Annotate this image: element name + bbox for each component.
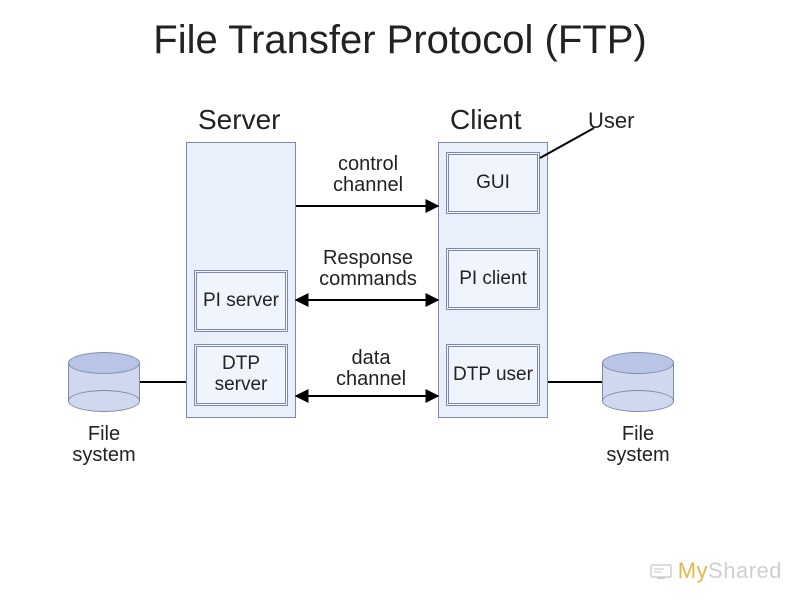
data-channel-label: data channel [336,348,406,390]
file-system-left-icon [68,352,140,412]
page-title: File Transfer Protocol (FTP) [0,18,800,63]
watermark-text-a: My [678,558,708,583]
dtp-server-label: DTP server [197,354,285,396]
file-system-right-icon [602,352,674,412]
response-commands-label: Response commands [316,248,420,290]
connector-overlay [0,0,800,600]
pi-server-label: PI server [203,291,279,312]
watermark-text-b: Shared [708,558,782,583]
gui-box: GUI [446,152,540,214]
dtp-user-label: DTP user [453,365,533,386]
file-system-right-label: File system [602,424,674,466]
gui-label: GUI [476,173,510,194]
watermark: MyShared [650,558,782,586]
pi-client-box: PI client [446,248,540,310]
pi-client-label: PI client [459,269,527,290]
dtp-server-box: DTP server [194,344,288,406]
user-label: User [588,108,634,134]
control-channel-label: control channel [318,154,418,196]
user-pointer-line [540,128,594,158]
server-header: Server [198,104,280,136]
client-header: Client [450,104,522,136]
file-system-left-label: File system [68,424,140,466]
watermark-icon [650,560,672,586]
dtp-user-box: DTP user [446,344,540,406]
pi-server-box: PI server [194,270,288,332]
